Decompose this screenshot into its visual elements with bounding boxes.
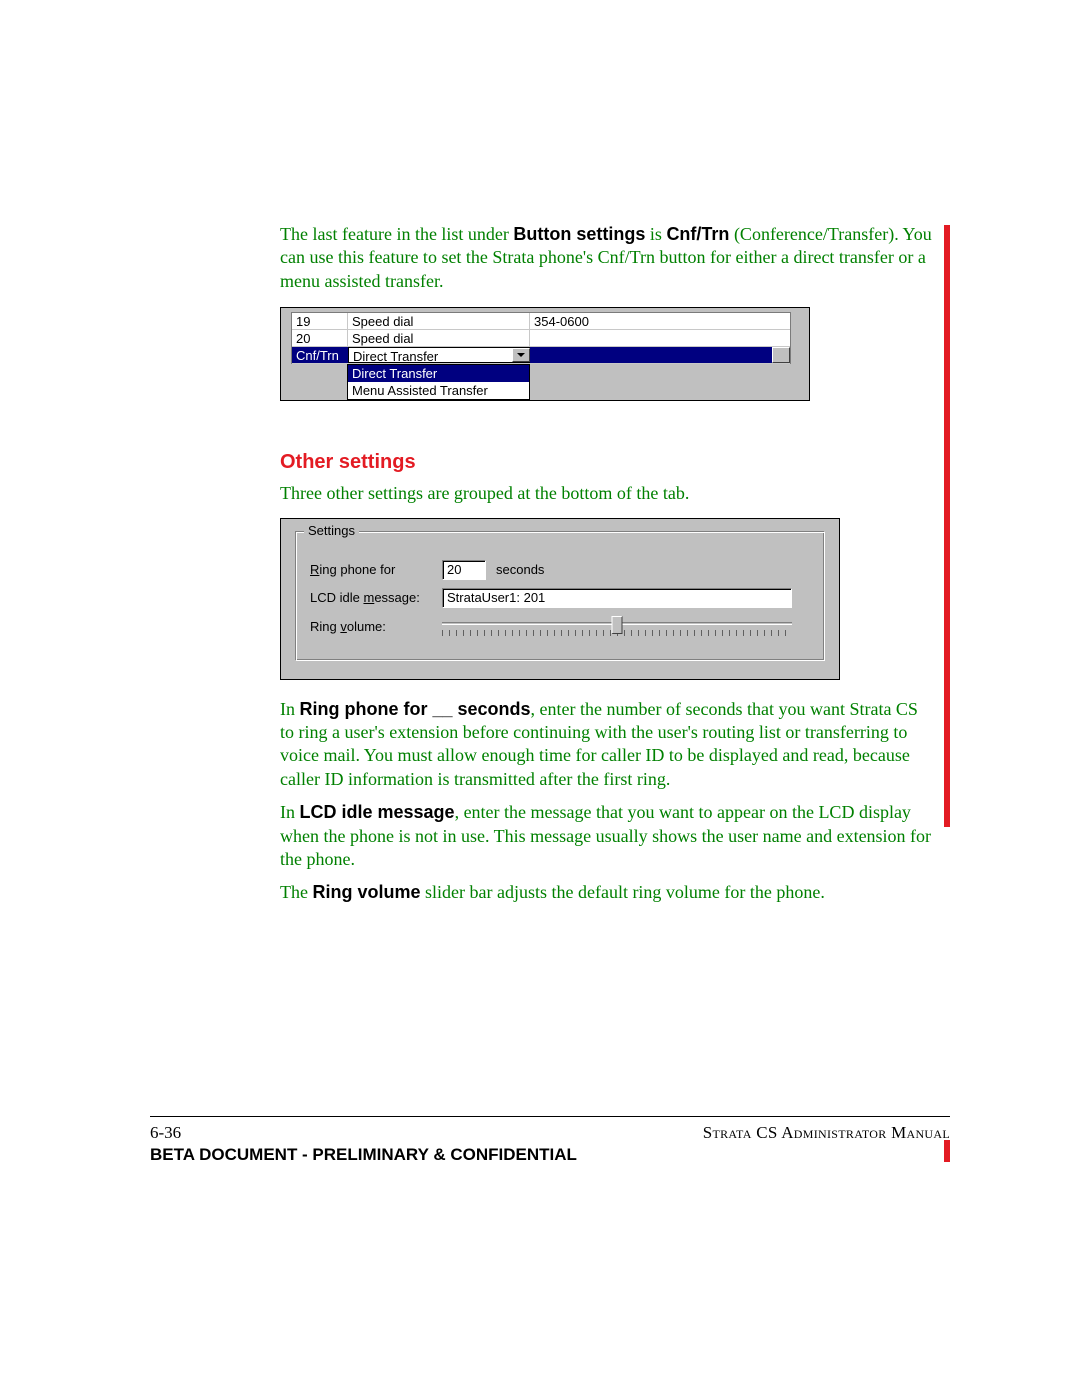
intro-text-2: is bbox=[645, 224, 666, 244]
footer-rule bbox=[150, 1116, 950, 1117]
text: In bbox=[280, 699, 300, 719]
table-row-selected[interactable]: Cnf/Trn Direct Transfer bbox=[292, 347, 790, 364]
label-lcd-idle: LCD idle message: bbox=[310, 590, 442, 605]
label-ring-rest: ing phone for bbox=[319, 562, 395, 577]
cell-value bbox=[530, 347, 790, 363]
figure-button-settings: 19 Speed dial 354-0600 20 Speed dial Cnf… bbox=[280, 307, 934, 401]
figure-settings-group: Settings Ring phone for seconds LCD idle… bbox=[280, 518, 934, 680]
paragraph-lcd-idle: In LCD idle message, enter the message t… bbox=[280, 801, 934, 871]
label-seconds: seconds bbox=[496, 562, 544, 577]
text: The bbox=[280, 882, 312, 902]
label-ring-phone-for: Ring phone for bbox=[310, 562, 442, 577]
other-settings-intro: Three other settings are grouped at the … bbox=[280, 482, 934, 505]
cell-type: Speed dial bbox=[348, 313, 530, 329]
dropdown-item-menu-assisted[interactable]: Menu Assisted Transfer bbox=[348, 382, 529, 399]
table-row[interactable]: 20 Speed dial bbox=[292, 330, 790, 347]
cell-value: 354-0600 bbox=[530, 313, 790, 329]
cell-value bbox=[530, 330, 790, 346]
footer-row: 6-36 Strata CS Administrator Manual bbox=[150, 1123, 950, 1143]
body-content: The last feature in the list under Butto… bbox=[280, 223, 934, 905]
ring-volume-slider[interactable] bbox=[442, 616, 792, 638]
text: slider bar adjusts the default ring volu… bbox=[421, 882, 825, 902]
bold-ring-phone: Ring phone for __ seconds bbox=[300, 699, 531, 719]
paragraph-ring-phone: In Ring phone for __ seconds, enter the … bbox=[280, 698, 934, 792]
combo-value: Direct Transfer bbox=[353, 349, 438, 364]
cell-key: 19 bbox=[292, 313, 348, 329]
cell-key: 20 bbox=[292, 330, 348, 346]
dropdown-item-direct-transfer[interactable]: Direct Transfer bbox=[348, 365, 529, 382]
cell-type: Speed dial bbox=[348, 330, 530, 346]
row-ring-phone-for: Ring phone for seconds bbox=[310, 560, 810, 580]
row-ring-volume: Ring volume: bbox=[310, 616, 810, 638]
document-page: The last feature in the list under Butto… bbox=[0, 0, 1080, 1397]
intro-bold-cnf-trn: Cnf/Trn bbox=[666, 224, 729, 244]
bold-ring-volume: Ring volume bbox=[312, 882, 420, 902]
table-row[interactable]: 19 Speed dial 354-0600 bbox=[292, 313, 790, 330]
chevron-down-icon[interactable] bbox=[512, 348, 530, 362]
heading-other-settings: Other settings bbox=[280, 451, 934, 474]
win98-panel-2: Settings Ring phone for seconds LCD idle… bbox=[280, 518, 840, 680]
settings-groupbox: Settings Ring phone for seconds LCD idle… bbox=[295, 531, 825, 661]
page-number: 6-36 bbox=[150, 1123, 181, 1143]
groupbox-legend: Settings bbox=[304, 523, 359, 538]
intro-paragraph: The last feature in the list under Butto… bbox=[280, 223, 934, 293]
lcd-idle-input[interactable] bbox=[442, 588, 792, 608]
intro-text-1: The last feature in the list under bbox=[280, 224, 513, 244]
confidential-notice: BETA DOCUMENT - PRELIMINARY & CONFIDENTI… bbox=[150, 1145, 950, 1165]
text: In bbox=[280, 802, 300, 822]
slider-thumb[interactable] bbox=[612, 616, 623, 634]
cell-key: Cnf/Trn bbox=[292, 347, 348, 363]
row-lcd-idle-message: LCD idle message: bbox=[310, 588, 810, 608]
win98-panel: 19 Speed dial 354-0600 20 Speed dial Cnf… bbox=[280, 307, 810, 401]
paragraph-ring-volume: The Ring volume slider bar adjusts the d… bbox=[280, 881, 934, 904]
footer-change-bar bbox=[944, 1140, 950, 1162]
change-bar bbox=[944, 225, 950, 827]
label-ring-volume: Ring volume: bbox=[310, 619, 442, 634]
bold-lcd-idle: LCD idle message bbox=[300, 802, 455, 822]
page-footer: 6-36 Strata CS Administrator Manual BETA… bbox=[150, 1116, 950, 1165]
intro-bold-button-settings: Button settings bbox=[513, 224, 645, 244]
scrollbar-stub[interactable] bbox=[772, 347, 790, 363]
cell-type-combo[interactable]: Direct Transfer bbox=[348, 347, 530, 363]
button-table: 19 Speed dial 354-0600 20 Speed dial Cnf… bbox=[291, 312, 791, 364]
transfer-dropdown[interactable]: Direct Transfer Menu Assisted Transfer bbox=[347, 364, 530, 400]
manual-title: Strata CS Administrator Manual bbox=[703, 1123, 950, 1143]
ring-seconds-input[interactable] bbox=[442, 560, 486, 580]
